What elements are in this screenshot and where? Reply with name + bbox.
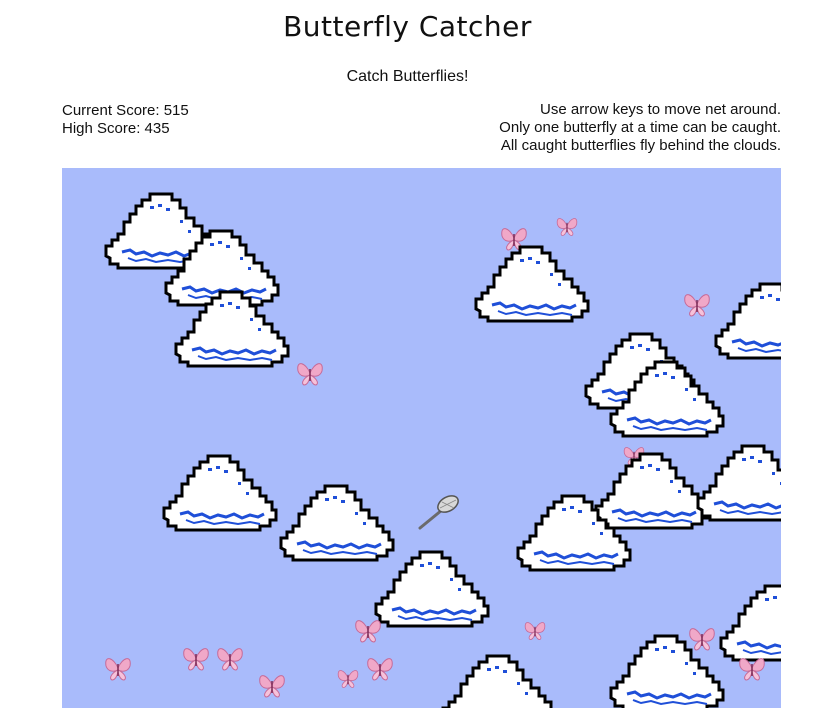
butterfly-icon: [182, 647, 210, 671]
game-subtitle: Catch Butterflies!: [346, 68, 469, 85]
butterfly-icon: [524, 621, 546, 641]
score-panel: Current Score: 515 High Score: 435: [62, 102, 189, 138]
cloud-icon: [279, 484, 395, 562]
cloud-icon: [719, 584, 781, 662]
butterfly-icon: [366, 657, 394, 681]
butterfly-icon: [258, 674, 286, 698]
butterfly-icon: [296, 362, 324, 386]
cloud-icon: [594, 452, 710, 530]
current-score: Current Score: 515: [62, 102, 189, 119]
cloud-icon: [162, 454, 278, 532]
butterfly-icon: [683, 293, 711, 317]
butterfly-icon: [216, 647, 244, 671]
butterfly-icon: [337, 669, 359, 689]
game-canvas[interactable]: [62, 168, 781, 708]
game-scene: [104, 192, 781, 708]
instruction-line-2: Only one butterfly at a time can be caug…: [499, 119, 781, 136]
instruction-line-3: All caught butterflies fly behind the cl…: [500, 137, 781, 154]
cloud-icon: [714, 282, 781, 360]
instruction-line-1: Use arrow keys to move net around.: [540, 101, 781, 118]
cloud-icon: [696, 444, 781, 522]
high-score: High Score: 435: [62, 120, 170, 137]
cloud-icon: [374, 550, 490, 628]
cloud-icon: [441, 654, 557, 708]
butterfly-icon: [104, 657, 132, 681]
cloud-icon: [474, 245, 590, 323]
butterfly-icon: [354, 619, 382, 643]
butterfly-icon: [738, 657, 766, 681]
net-icon: [418, 495, 459, 530]
game-title: Butterfly Catcher: [283, 10, 532, 43]
butterfly-icon: [688, 627, 716, 651]
butterfly-icon: [556, 217, 578, 237]
instructions-panel: Use arrow keys to move net around. Only …: [499, 101, 781, 155]
